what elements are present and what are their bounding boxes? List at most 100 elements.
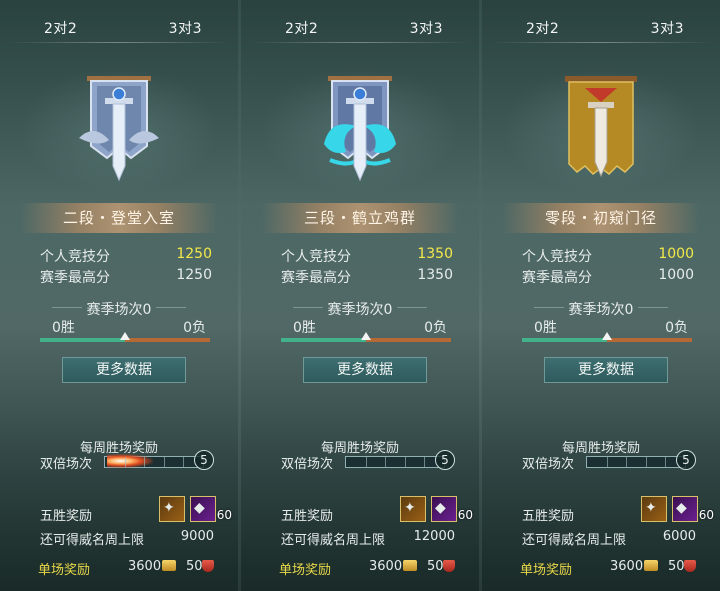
rank-panel-2: 2对2 3对3 三段・鹤立鸡群 个人竞技分 1350 赛季最高分 1350 赛季… [241, 0, 479, 591]
weekly-cap-row: 还可得威名周上限 12000 [281, 529, 455, 548]
coin-icon [162, 560, 176, 571]
rank-panel-3: 2对2 3对3 零段・初窥门径 个人竞技分 1000 赛季最高分 1000 赛季… [482, 0, 720, 591]
double-games-max: 5 [676, 450, 696, 470]
weekly-cap-label: 还可得威名周上限 [522, 533, 627, 548]
single-reward-label: 单场奖励 [38, 563, 91, 578]
reward-count: 60 [457, 508, 473, 522]
wins-count: 0胜 [52, 320, 75, 336]
season-high-value: 1250 [176, 267, 212, 283]
tab-3v3[interactable]: 3对3 [169, 18, 202, 38]
losses-count: 0负 [183, 320, 206, 336]
season-games: 赛季场次0 [86, 302, 152, 318]
reward-item-gem-icon[interactable]: ◆ 60 [672, 496, 714, 522]
personal-score-value: 1250 [176, 246, 212, 262]
rank-title: 二段・登堂入室 [20, 203, 218, 233]
single-token-value: 50 [427, 559, 444, 574]
tab-2v2[interactable]: 2对2 [44, 18, 77, 38]
reward-item-gem-icon[interactable]: ◆ 60 [190, 496, 232, 522]
bar-segment-divider [665, 457, 667, 467]
tab-2v2[interactable]: 2对2 [285, 18, 318, 38]
cyan-dragon-sword-banner-icon [324, 76, 396, 182]
token-icon [202, 560, 214, 572]
season-high-row: 赛季最高分 1000 [522, 267, 694, 286]
bar-segment-divider [626, 457, 628, 467]
five-win-reward-label: 五胜奖励 [281, 509, 334, 524]
reward-item-chest-icon[interactable]: ✦ 5 [159, 496, 197, 522]
weekly-cap-value: 6000 [662, 529, 696, 544]
bar-segment-divider [144, 457, 146, 467]
season-high-label: 赛季最高分 [522, 270, 592, 286]
losses-count: 0负 [665, 320, 688, 336]
coin-icon [403, 560, 417, 571]
gem-icon: ◆ [194, 500, 205, 516]
gem-icon: ◆ [676, 500, 687, 516]
mode-tabs: 2对2 3对3 [482, 18, 720, 44]
five-win-reward-label: 五胜奖励 [522, 509, 575, 524]
wins-count: 0胜 [534, 320, 557, 336]
bar-segment-divider [365, 457, 367, 467]
reward-item-gem-icon[interactable]: ◆ 60 [431, 496, 473, 522]
divider [249, 42, 471, 43]
reward-count: 60 [216, 508, 232, 522]
reward-item-chest-icon[interactable]: ✦ 5 [641, 496, 679, 522]
double-games-max: 5 [435, 450, 455, 470]
weekly-cap-label: 还可得威名周上限 [40, 533, 145, 548]
double-games-label: 双倍场次 [281, 457, 334, 472]
win-fill [522, 338, 607, 342]
bar-segment-divider [124, 457, 126, 467]
losses-count: 0负 [424, 320, 447, 336]
bar-segment-divider [424, 457, 426, 467]
double-games-bar [345, 456, 445, 468]
coin-icon [644, 560, 658, 571]
reward-count: 60 [698, 508, 714, 522]
ratio-marker-icon [602, 332, 612, 340]
more-data-button[interactable]: 更多数据 [62, 357, 186, 383]
single-coin-value: 3600 [369, 559, 403, 574]
single-reward-label: 单场奖励 [520, 563, 573, 578]
personal-score-row: 个人竞技分 1000 [522, 246, 694, 265]
five-win-reward-label: 五胜奖励 [40, 509, 93, 524]
more-data-button[interactable]: 更多数据 [544, 357, 668, 383]
bar-segment-divider [404, 457, 406, 467]
personal-score-row: 个人竞技分 1350 [281, 246, 453, 265]
single-token-value: 50 [186, 559, 203, 574]
season-high-value: 1000 [658, 267, 694, 283]
double-games-label: 双倍场次 [40, 457, 93, 472]
divider [8, 42, 230, 43]
season-high-value: 1350 [417, 267, 453, 283]
double-games-bar [104, 454, 204, 468]
chest-icon: ✦ [163, 500, 175, 516]
mode-tabs: 2对2 3对3 [0, 18, 238, 44]
personal-score-label: 个人竞技分 [40, 249, 110, 265]
win-loss-bar [281, 332, 451, 342]
rank-title: 零段・初窥门径 [502, 203, 700, 233]
season-high-row: 赛季最高分 1350 [281, 267, 453, 286]
weekly-cap-value: 9000 [180, 529, 214, 544]
gold-cloth-sword-banner-icon [565, 76, 637, 178]
single-token-value: 50 [668, 559, 685, 574]
tab-3v3[interactable]: 3对3 [410, 18, 443, 38]
single-coin-value: 3600 [128, 559, 162, 574]
double-games-label: 双倍场次 [522, 457, 575, 472]
ratio-marker-icon [361, 332, 371, 340]
win-fill [40, 338, 125, 342]
reward-item-chest-icon[interactable]: ✦ 5 [400, 496, 438, 522]
divider [490, 42, 712, 43]
personal-score-value: 1350 [417, 246, 453, 262]
mode-tabs: 2对2 3对3 [241, 18, 479, 44]
more-data-button[interactable]: 更多数据 [303, 357, 427, 383]
double-games-bar [586, 456, 686, 468]
tab-2v2[interactable]: 2对2 [526, 18, 559, 38]
gem-icon: ◆ [435, 500, 446, 516]
bar-segment-divider [606, 457, 608, 467]
season-games: 赛季场次0 [327, 302, 393, 318]
tab-3v3[interactable]: 3对3 [651, 18, 684, 38]
token-icon [684, 560, 696, 572]
personal-score-row: 个人竞技分 1250 [40, 246, 212, 265]
weekly-cap-value: 12000 [413, 529, 455, 544]
bar-segment-divider [385, 457, 387, 467]
ratio-marker-icon [120, 332, 130, 340]
weekly-cap-label: 还可得威名周上限 [281, 533, 386, 548]
rank-title: 三段・鹤立鸡群 [261, 203, 459, 233]
bar-segment-divider [183, 457, 185, 467]
